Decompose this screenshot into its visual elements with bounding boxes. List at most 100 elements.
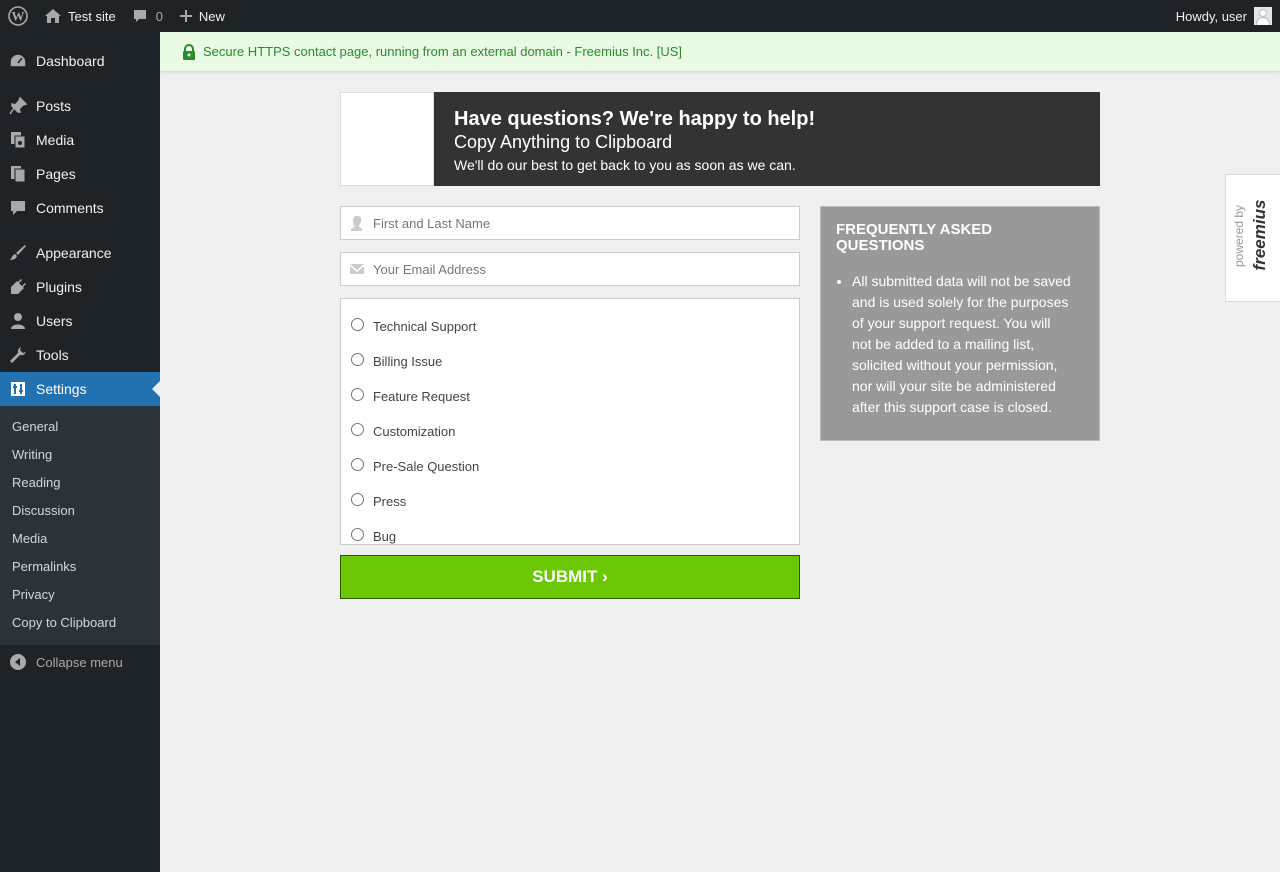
avatar [1254, 7, 1272, 25]
request-type-radio[interactable] [351, 353, 364, 366]
comments-count: 0 [155, 8, 163, 24]
request-type-radio[interactable] [351, 493, 364, 506]
dashboard-icon [0, 51, 36, 71]
freemius-logo: freemius [1250, 199, 1269, 271]
request-type-label: Pre-Sale Question [373, 459, 480, 474]
sidebar-item-label: Media [36, 132, 75, 148]
sidebar-item-pages[interactable]: Pages [0, 157, 160, 191]
new-label: New [198, 8, 225, 24]
name-input[interactable] [373, 215, 773, 231]
faq-list: All submitted data will not be saved and… [836, 271, 1084, 418]
sidebar-item-label: Comments [36, 200, 104, 216]
lock-icon [183, 43, 195, 60]
header-description: We'll do our best to get back to you as … [454, 157, 796, 173]
request-type-label: Feature Request [373, 389, 470, 404]
email-field [340, 252, 800, 286]
site-name: Test site [68, 8, 116, 24]
envelope-icon [341, 263, 373, 275]
sidebar-item-plugins[interactable]: Plugins [0, 270, 160, 304]
sidebar-item-label: Users [36, 313, 73, 329]
request-type-option[interactable]: Press [341, 484, 799, 519]
secure-notice-text: Secure HTTPS contact page, running from … [203, 44, 683, 59]
contact-header: Have questions? We're happy to help! Cop… [340, 92, 1100, 186]
sidebar-item-settings[interactable]: Settings [0, 372, 160, 406]
paintbrush-icon [0, 244, 36, 262]
comment-bubble-icon [133, 10, 146, 22]
request-type-group: Technical Support Billing Issue Feature … [340, 298, 800, 545]
request-type-label: Billing Issue [373, 354, 443, 369]
request-type-radio[interactable] [351, 458, 364, 471]
comment-bubble-icon [0, 199, 36, 217]
sidebar-item-label: Pages [36, 166, 76, 182]
request-type-radio[interactable] [351, 528, 364, 541]
site-name-link[interactable]: Test site [36, 0, 124, 32]
user-silhouette-icon [341, 215, 373, 231]
settings-sliders-icon [0, 381, 36, 397]
sidebar-item-comments[interactable]: Comments [0, 191, 160, 225]
settings-submenu: General Writing Reading Discussion Media… [0, 406, 160, 645]
request-type-label: Technical Support [373, 319, 477, 334]
collapse-arrow-icon [0, 653, 36, 671]
collapse-menu-button[interactable]: Collapse menu [0, 645, 160, 679]
plug-icon [0, 278, 36, 296]
submenu-item-discussion[interactable]: Discussion [0, 497, 160, 525]
powered-by-badge[interactable]: powered by freemius [1225, 174, 1280, 302]
sidebar-item-users[interactable]: Users [0, 304, 160, 338]
sidebar-item-label: Dashboard [36, 53, 105, 69]
request-type-label: Bug [373, 529, 397, 544]
request-type-radio[interactable] [351, 318, 364, 331]
media-icon [0, 131, 36, 149]
sidebar-item-label: Tools [36, 347, 69, 363]
sidebar-item-label: Settings [36, 381, 87, 397]
submenu-item-media[interactable]: Media [0, 525, 160, 553]
svg-text:W: W [12, 9, 25, 24]
submenu-item-privacy[interactable]: Privacy [0, 581, 160, 609]
secure-notice: Secure HTTPS contact page, running from … [160, 32, 1280, 72]
new-content-link[interactable]: New [171, 0, 233, 32]
request-type-label: Customization [373, 424, 456, 439]
collapse-menu-label: Collapse menu [36, 654, 123, 670]
sidebar-item-label: Posts [36, 98, 72, 114]
submit-button[interactable]: SUBMIT › [340, 555, 800, 599]
wrench-icon [0, 346, 36, 364]
comments-link[interactable]: 0 [124, 0, 171, 32]
sidebar-item-label: Appearance [36, 245, 112, 261]
request-type-option[interactable]: Feature Request [341, 379, 799, 414]
account-menu[interactable]: Howdy, user [1176, 7, 1280, 25]
sidebar-item-posts[interactable]: Posts [0, 89, 160, 123]
submenu-item-reading[interactable]: Reading [0, 469, 160, 497]
request-type-radio[interactable] [351, 423, 364, 436]
sidebar-item-appearance[interactable]: Appearance [0, 236, 160, 270]
menu-separator [0, 78, 160, 89]
greeting: Howdy, user [1175, 8, 1247, 24]
request-type-option[interactable]: Billing Issue [341, 344, 799, 379]
page-title: Have questions? We're happy to help! [454, 108, 816, 130]
faq-item: All submitted data will not be saved and… [852, 271, 1084, 418]
admin-bar: W Test site 0 New Howdy, user [0, 0, 1280, 32]
request-type-option[interactable]: Pre-Sale Question [341, 449, 799, 484]
wordpress-logo-button[interactable]: W [0, 0, 36, 32]
request-type-option[interactable]: Bug [341, 519, 799, 554]
powered-by-label: powered by [1232, 204, 1246, 268]
pages-icon [0, 165, 36, 183]
sidebar-item-tools[interactable]: Tools [0, 338, 160, 372]
home-icon [45, 9, 61, 23]
request-type-label: Press [373, 494, 407, 509]
plugin-logo [340, 92, 434, 186]
name-field [340, 206, 800, 240]
submenu-item-general[interactable]: General [0, 413, 160, 441]
submenu-item-permalinks[interactable]: Permalinks [0, 553, 160, 581]
request-type-radio[interactable] [351, 388, 364, 401]
header-text: Have questions? We're happy to help! Cop… [434, 92, 835, 186]
plugin-name: Copy Anything to Clipboard [454, 132, 673, 152]
menu-separator [0, 225, 160, 236]
request-type-option[interactable]: Customization [341, 414, 799, 449]
faq-panel: FREQUENTLY ASKED QUESTIONS All submitted… [820, 206, 1100, 441]
submenu-item-copy-to-clipboard[interactable]: Copy to Clipboard [0, 609, 160, 637]
admin-sidebar: Dashboard Posts Media Pages Comments App… [0, 32, 160, 872]
submenu-item-writing[interactable]: Writing [0, 441, 160, 469]
request-type-option[interactable]: Technical Support [341, 309, 799, 344]
sidebar-item-dashboard[interactable]: Dashboard [0, 44, 160, 78]
sidebar-item-media[interactable]: Media [0, 123, 160, 157]
email-input[interactable] [373, 261, 773, 277]
